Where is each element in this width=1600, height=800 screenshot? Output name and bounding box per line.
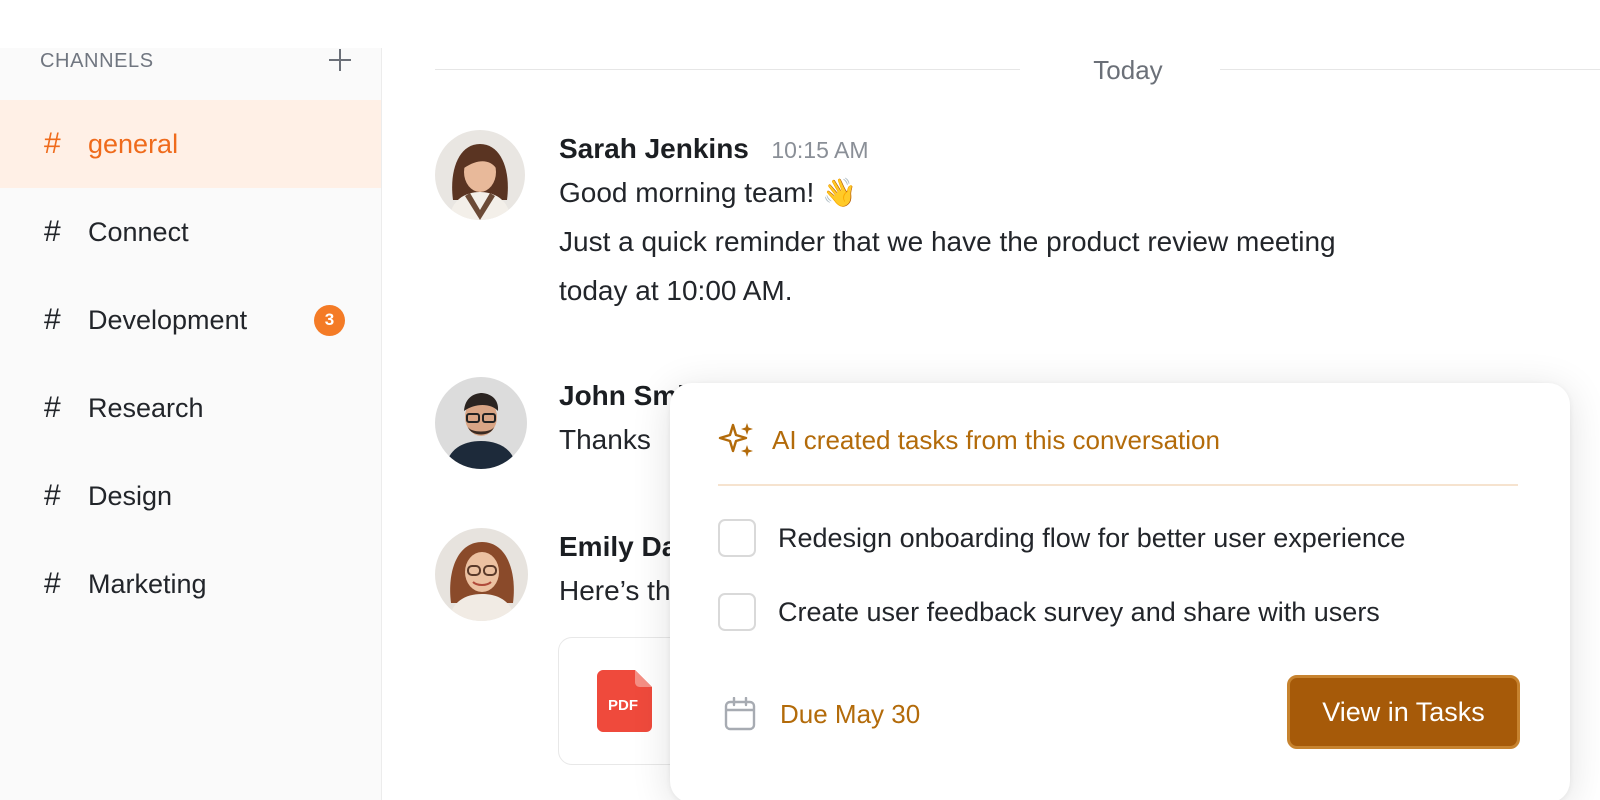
due-date: Due May 30 <box>724 697 920 731</box>
avatar[interactable] <box>435 377 527 469</box>
task-checkbox[interactable] <box>718 519 756 557</box>
author-name[interactable]: Emily Da <box>559 531 677 562</box>
channel-list: # general # Connect # Development 3 # Re… <box>0 100 381 628</box>
hash-icon: # <box>44 303 61 336</box>
ai-tasks-panel: AI created tasks from this conversation … <box>670 383 1570 800</box>
channels-title: CHANNELS <box>40 50 154 72</box>
divider-line <box>435 69 1020 70</box>
pdf-file-icon: PDF <box>597 670 652 732</box>
task-label: Redesign onboarding flow for better user… <box>778 522 1406 553</box>
channel-name: Design <box>88 480 173 511</box>
date-label: Today <box>1093 55 1163 85</box>
due-date-label: Due May 30 <box>780 698 921 729</box>
avatar[interactable] <box>435 528 528 621</box>
date-divider: Today <box>435 50 1600 90</box>
channel-item-development[interactable]: # Development 3 <box>0 276 381 364</box>
channel-name: Development <box>88 304 248 335</box>
channel-name: general <box>88 128 179 159</box>
channel-name: Connect <box>88 216 189 247</box>
hash-icon: # <box>44 127 61 160</box>
task-label: Create user feedback survey and share wi… <box>778 596 1380 627</box>
task-checkbox[interactable] <box>718 593 756 631</box>
unread-badge: 3 <box>314 304 345 336</box>
channel-item-research[interactable]: # Research <box>0 364 381 452</box>
channels-header: CHANNELS <box>40 48 352 72</box>
hash-icon: # <box>44 391 61 424</box>
sparkle-icon <box>718 423 753 457</box>
author-name[interactable]: Sarah Jenkins <box>559 133 749 164</box>
hash-icon: # <box>44 567 61 600</box>
task-item: Redesign onboarding flow for better user… <box>718 518 1405 558</box>
divider-line <box>1220 69 1600 70</box>
message-body: Sarah Jenkins 10:15 AM Good morning team… <box>559 130 1570 315</box>
message-line: Good morning team! 👋 <box>559 177 857 208</box>
channel-sidebar: CHANNELS # general # Connect # Developme… <box>0 48 382 800</box>
hash-icon: # <box>44 479 61 512</box>
add-channel-plus-icon[interactable] <box>328 48 352 72</box>
message-sarah: Sarah Jenkins 10:15 AM Good morning team… <box>435 130 1600 320</box>
channel-name: Research <box>88 392 204 423</box>
view-in-tasks-button[interactable]: View in Tasks <box>1287 675 1520 749</box>
message-line: Just a quick reminder that we have the p… <box>559 226 1336 257</box>
ai-panel-title: AI created tasks from this conversation <box>772 424 1220 455</box>
panel-divider <box>718 484 1518 486</box>
task-item: Create user feedback survey and share wi… <box>718 592 1380 632</box>
channel-item-design[interactable]: # Design <box>0 452 381 540</box>
pdf-label: PDF <box>608 697 638 714</box>
channel-item-general[interactable]: # general <box>0 100 381 188</box>
timestamp: 10:15 AM <box>771 137 869 163</box>
avatar[interactable] <box>435 130 525 220</box>
message-line: today at 10:00 AM. <box>559 275 793 306</box>
hash-icon: # <box>44 215 61 248</box>
channel-item-connect[interactable]: # Connect <box>0 188 381 276</box>
author-name[interactable]: John Smi <box>559 380 685 411</box>
ai-panel-header: AI created tasks from this conversation <box>718 421 1220 459</box>
channel-item-marketing[interactable]: # Marketing <box>0 540 381 628</box>
channel-name: Marketing <box>88 568 207 599</box>
calendar-icon <box>724 697 756 731</box>
